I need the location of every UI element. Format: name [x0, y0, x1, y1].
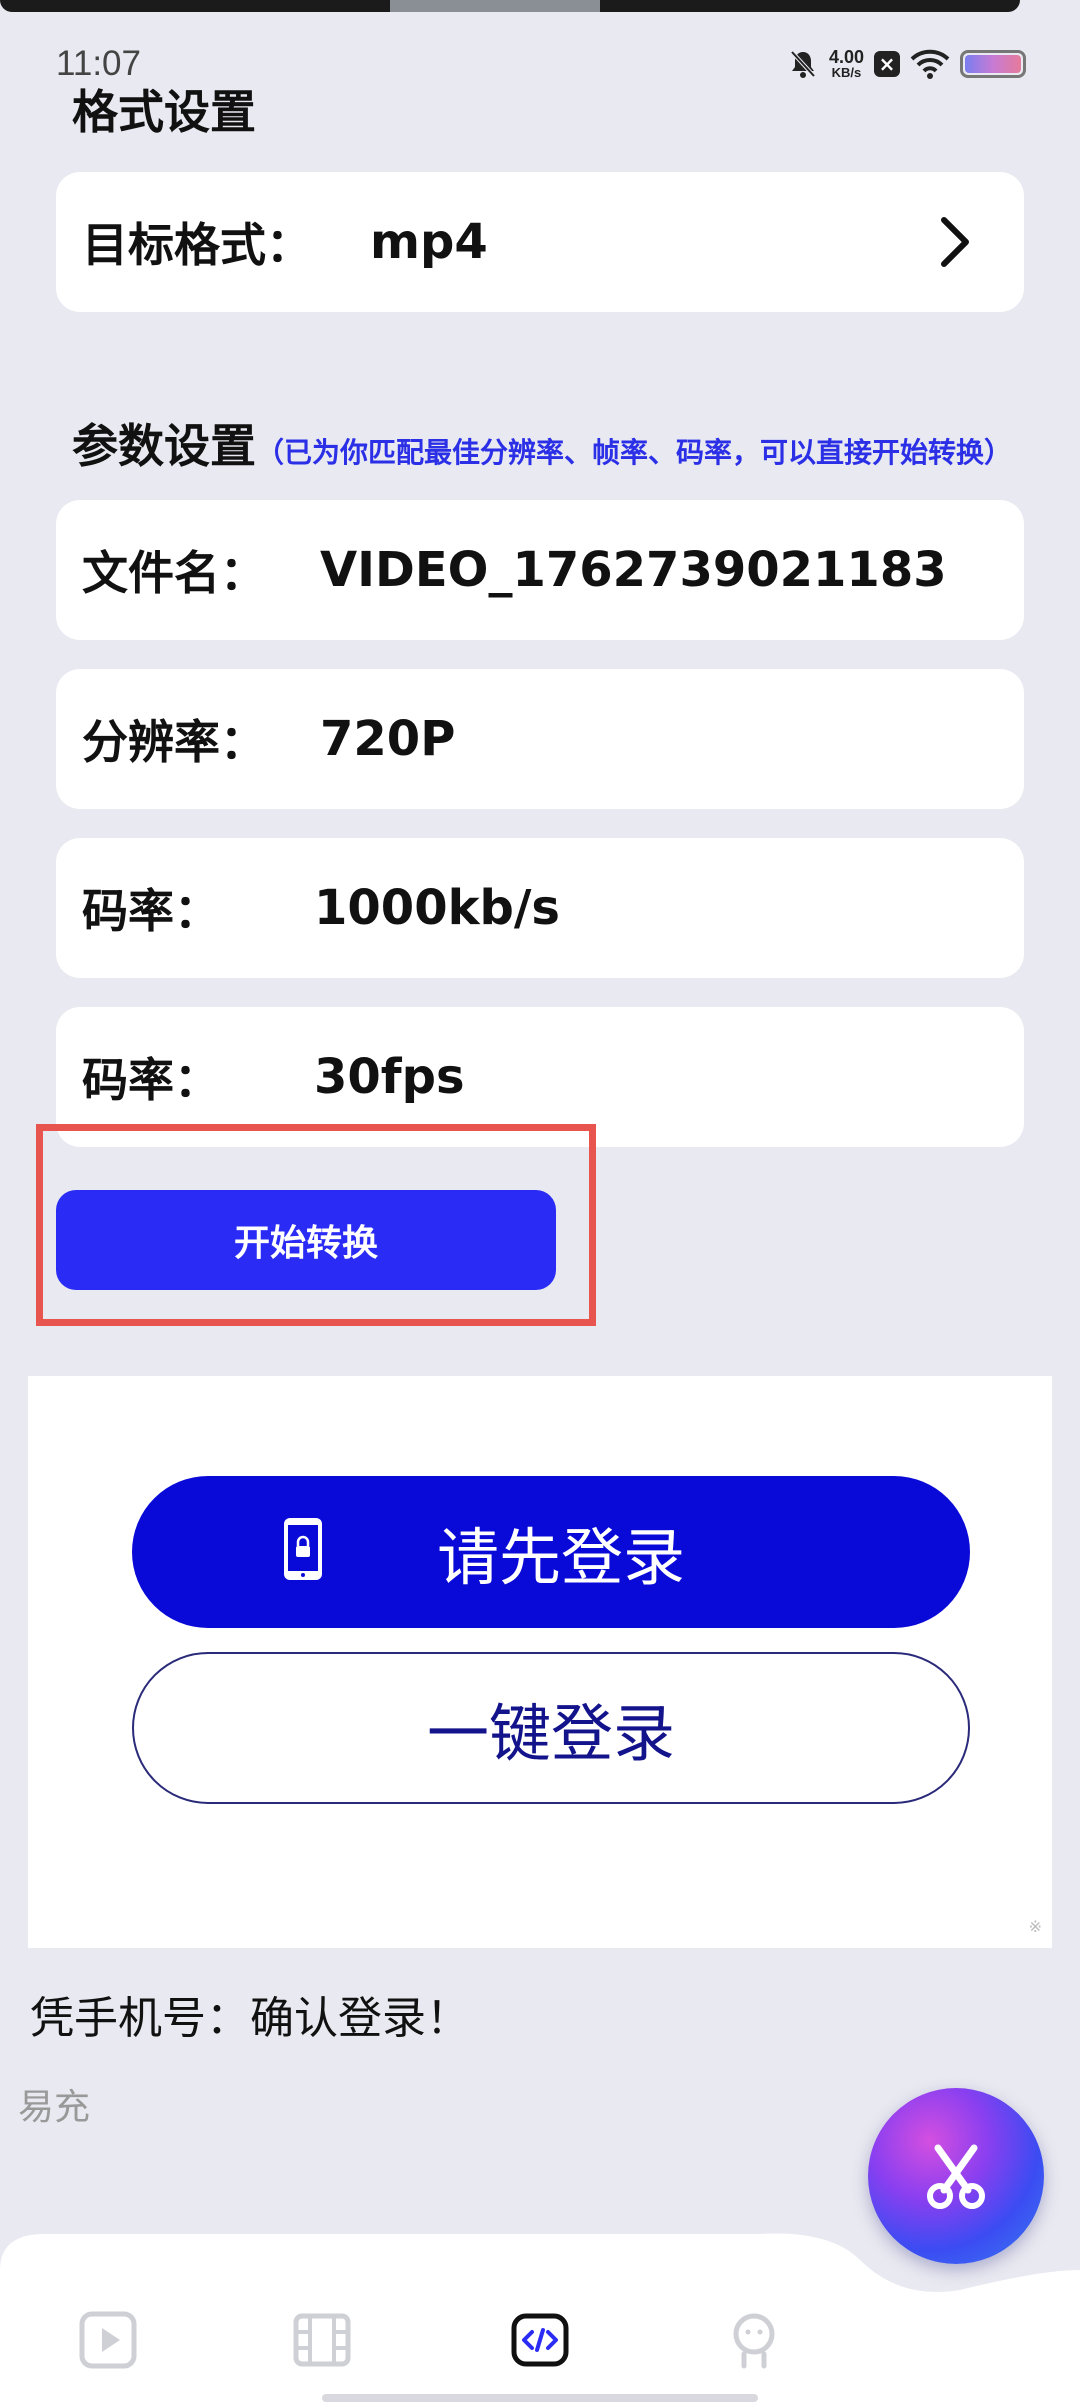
framerate-value: 30fps — [314, 1049, 465, 1105]
scissors-icon — [927, 2144, 985, 2209]
resolution-row[interactable]: 分辨率： 720P — [56, 669, 1024, 809]
bitrate-label: 码率： — [82, 884, 220, 938]
param-settings-title: 参数设置（已为你匹配最佳分辨率、帧率、码率，可以直接开始转换） — [72, 410, 1012, 476]
code-icon[interactable] — [510, 2310, 570, 2370]
file-name-label: 文件名： — [82, 546, 266, 600]
login-first-button[interactable]: 请先登录 — [132, 1476, 970, 1628]
start-convert-button[interactable]: 开始转换 — [56, 1190, 556, 1290]
battery-icon — [960, 50, 1026, 78]
framerate-label: 码率： — [82, 1053, 220, 1107]
resolution-label: 分辨率： — [82, 715, 266, 769]
edit-fab-button[interactable] — [868, 2088, 1044, 2264]
profile-icon[interactable] — [724, 2310, 784, 2370]
home-indicator — [322, 2394, 758, 2402]
resolution-value: 720P — [320, 711, 456, 767]
wifi-icon — [910, 49, 950, 79]
chevron-right-icon — [941, 217, 969, 267]
thumbnail-image — [390, 0, 600, 12]
sim-off-icon: × — [874, 51, 900, 77]
mute-bell-icon — [790, 50, 816, 78]
ad-brand-text: 易充 — [18, 2087, 91, 2128]
video-thumbnail-strip — [0, 0, 1020, 12]
file-name-value: VIDEO_1762739021183 — [320, 542, 947, 598]
target-format-row[interactable]: 目标格式： mp4 — [56, 172, 1024, 312]
confirm-login-text: 凭手机号：确认登录！ — [30, 1993, 470, 2044]
net-speed-value: 4.00 — [828, 47, 864, 67]
play-icon[interactable] — [78, 2310, 138, 2370]
status-icons: 4.00 KB/s × — [787, 42, 1026, 86]
ad-mark: ※ — [1028, 1917, 1042, 1936]
target-format-value: mp4 — [370, 214, 488, 270]
file-name-row[interactable]: 文件名： VIDEO_1762739021183 — [56, 500, 1024, 640]
net-speed-unit: KB/s — [831, 65, 862, 80]
bitrate-value: 1000kb/s — [314, 880, 560, 936]
login-ad-panel: 请先登录 一键登录 ※ — [28, 1376, 1052, 1948]
param-settings-hint: （已为你匹配最佳分辨率、帧率、码率，可以直接开始转换） — [256, 436, 1013, 469]
target-format-label: 目标格式： — [82, 218, 312, 272]
bitrate-row[interactable]: 码率： 1000kb/s — [56, 838, 1024, 978]
login-first-label: 请先登录 — [436, 1521, 685, 1594]
net-speed: 4.00 KB/s — [829, 48, 864, 80]
phone-lock-icon — [284, 1518, 322, 1580]
battery-level — [965, 55, 1021, 73]
film-icon[interactable] — [292, 2310, 352, 2370]
bottom-nav — [0, 2230, 1080, 2408]
param-settings-title-text: 参数设置 — [72, 419, 256, 473]
format-settings-title: 格式设置 — [72, 85, 256, 139]
one-click-login-button[interactable]: 一键登录 — [132, 1652, 970, 1804]
